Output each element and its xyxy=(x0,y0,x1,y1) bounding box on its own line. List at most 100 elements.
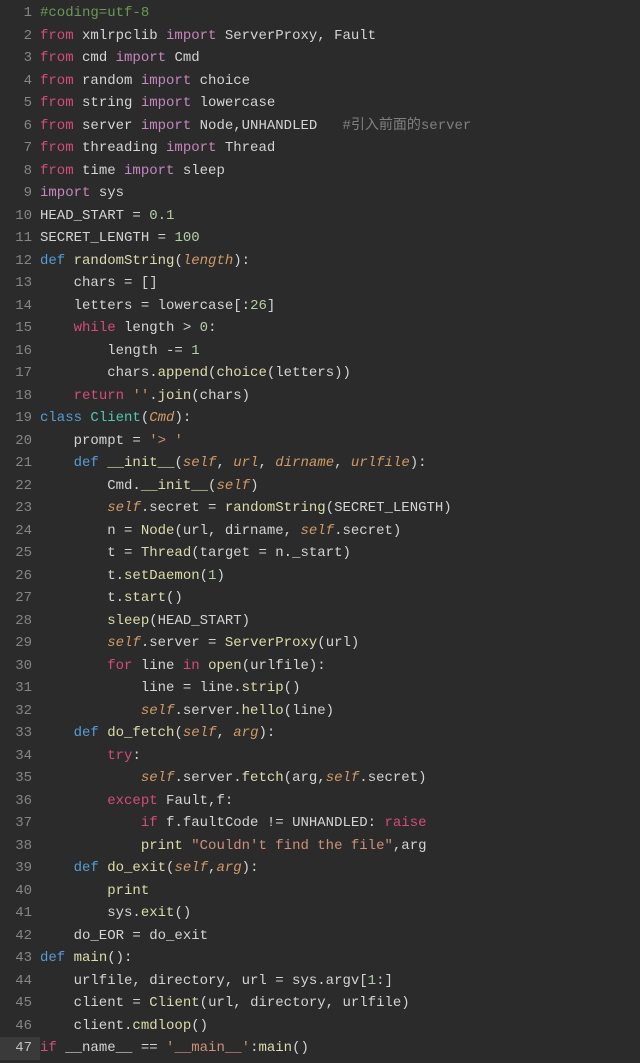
code-line[interactable]: 21 def __init__(self, url, dirname, urlf… xyxy=(0,452,640,475)
line-number: 17 xyxy=(0,362,40,385)
code-content[interactable]: urlfile, directory, url = sys.argv[1:] xyxy=(40,970,640,993)
code-line[interactable]: 34 try: xyxy=(0,745,640,768)
code-line[interactable]: 47if __name__ == '__main__':main() xyxy=(0,1037,640,1060)
code-content[interactable]: t.start() xyxy=(40,587,640,610)
code-content[interactable]: def randomString(length): xyxy=(40,250,640,273)
code-content[interactable]: letters = lowercase[:26] xyxy=(40,295,640,318)
code-line[interactable]: 32 self.server.hello(line) xyxy=(0,700,640,723)
code-line[interactable]: 6from server import Node,UNHANDLED #引入前面… xyxy=(0,115,640,138)
code-content[interactable]: self.server.fetch(arg,self.secret) xyxy=(40,767,640,790)
code-content[interactable]: HEAD_START = 0.1 xyxy=(40,205,640,228)
code-content[interactable]: t.setDaemon(1) xyxy=(40,565,640,588)
code-line[interactable]: 29 self.server = ServerProxy(url) xyxy=(0,632,640,655)
line-number: 37 xyxy=(0,812,40,835)
code-line[interactable]: 23 self.secret = randomString(SECRET_LEN… xyxy=(0,497,640,520)
code-content[interactable]: self.secret = randomString(SECRET_LENGTH… xyxy=(40,497,640,520)
code-line[interactable]: 14 letters = lowercase[:26] xyxy=(0,295,640,318)
code-line[interactable]: 16 length -= 1 xyxy=(0,340,640,363)
code-content[interactable]: chars.append(choice(letters)) xyxy=(40,362,640,385)
code-line[interactable]: 5from string import lowercase xyxy=(0,92,640,115)
line-number: 10 xyxy=(0,205,40,228)
code-line[interactable]: 2from xmlrpclib import ServerProxy, Faul… xyxy=(0,25,640,48)
code-content[interactable]: return ''.join(chars) xyxy=(40,385,640,408)
code-content[interactable]: from cmd import Cmd xyxy=(40,47,640,70)
code-content[interactable]: if __name__ == '__main__':main() xyxy=(40,1037,640,1060)
code-line[interactable]: 28 sleep(HEAD_START) xyxy=(0,610,640,633)
code-line[interactable]: 1#coding=utf-8 xyxy=(0,2,640,25)
code-line[interactable]: 24 n = Node(url, dirname, self.secret) xyxy=(0,520,640,543)
code-line[interactable]: 27 t.start() xyxy=(0,587,640,610)
code-line[interactable]: 33 def do_fetch(self, arg): xyxy=(0,722,640,745)
code-line[interactable]: 37 if f.faultCode != UNHANDLED: raise xyxy=(0,812,640,835)
code-content[interactable]: t = Thread(target = n._start) xyxy=(40,542,640,565)
code-line[interactable]: 4from random import choice xyxy=(0,70,640,93)
code-content[interactable]: line = line.strip() xyxy=(40,677,640,700)
code-content[interactable]: print "Couldn't find the file",arg xyxy=(40,835,640,858)
code-content[interactable]: client.cmdloop() xyxy=(40,1015,640,1038)
code-content[interactable]: except Fault,f: xyxy=(40,790,640,813)
code-content[interactable]: do_EOR = do_exit xyxy=(40,925,640,948)
code-line[interactable]: 42 do_EOR = do_exit xyxy=(0,925,640,948)
code-line[interactable]: 12def randomString(length): xyxy=(0,250,640,273)
code-content[interactable]: self.server = ServerProxy(url) xyxy=(40,632,640,655)
code-line[interactable]: 7from threading import Thread xyxy=(0,137,640,160)
code-content[interactable]: def __init__(self, url, dirname, urlfile… xyxy=(40,452,640,475)
code-line[interactable]: 45 client = Client(url, directory, urlfi… xyxy=(0,992,640,1015)
code-content[interactable]: #coding=utf-8 xyxy=(40,2,640,25)
code-line[interactable]: 17 chars.append(choice(letters)) xyxy=(0,362,640,385)
code-content[interactable]: from server import Node,UNHANDLED #引入前面的… xyxy=(40,115,640,138)
code-content[interactable]: print xyxy=(40,880,640,903)
code-line[interactable]: 19class Client(Cmd): xyxy=(0,407,640,430)
code-line[interactable]: 41 sys.exit() xyxy=(0,902,640,925)
code-content[interactable]: sys.exit() xyxy=(40,902,640,925)
code-editor[interactable]: 1#coding=utf-82from xmlrpclib import Ser… xyxy=(0,0,640,1060)
code-content[interactable]: from time import sleep xyxy=(40,160,640,183)
code-line[interactable]: 31 line = line.strip() xyxy=(0,677,640,700)
code-line[interactable]: 13 chars = [] xyxy=(0,272,640,295)
code-content[interactable]: if f.faultCode != UNHANDLED: raise xyxy=(40,812,640,835)
code-content[interactable]: self.server.hello(line) xyxy=(40,700,640,723)
code-content[interactable]: prompt = '> ' xyxy=(40,430,640,453)
code-line[interactable]: 44 urlfile, directory, url = sys.argv[1:… xyxy=(0,970,640,993)
code-content[interactable]: while length > 0: xyxy=(40,317,640,340)
code-line[interactable]: 25 t = Thread(target = n._start) xyxy=(0,542,640,565)
code-content[interactable]: chars = [] xyxy=(40,272,640,295)
code-content[interactable]: client = Client(url, directory, urlfile) xyxy=(40,992,640,1015)
code-line[interactable]: 8from time import sleep xyxy=(0,160,640,183)
code-content[interactable]: class Client(Cmd): xyxy=(40,407,640,430)
code-content[interactable]: n = Node(url, dirname, self.secret) xyxy=(40,520,640,543)
code-content[interactable]: SECRET_LENGTH = 100 xyxy=(40,227,640,250)
code-content[interactable]: sleep(HEAD_START) xyxy=(40,610,640,633)
code-line[interactable]: 9import sys xyxy=(0,182,640,205)
line-number: 30 xyxy=(0,655,40,678)
code-line[interactable]: 30 for line in open(urlfile): xyxy=(0,655,640,678)
code-line[interactable]: 18 return ''.join(chars) xyxy=(0,385,640,408)
code-content[interactable]: from random import choice xyxy=(40,70,640,93)
code-line[interactable]: 3from cmd import Cmd xyxy=(0,47,640,70)
code-content[interactable]: from string import lowercase xyxy=(40,92,640,115)
code-line[interactable]: 20 prompt = '> ' xyxy=(0,430,640,453)
code-content[interactable]: for line in open(urlfile): xyxy=(40,655,640,678)
code-content[interactable]: length -= 1 xyxy=(40,340,640,363)
code-line[interactable]: 15 while length > 0: xyxy=(0,317,640,340)
code-line[interactable]: 26 t.setDaemon(1) xyxy=(0,565,640,588)
code-line[interactable]: 35 self.server.fetch(arg,self.secret) xyxy=(0,767,640,790)
code-line[interactable]: 22 Cmd.__init__(self) xyxy=(0,475,640,498)
code-line[interactable]: 11SECRET_LENGTH = 100 xyxy=(0,227,640,250)
code-line[interactable]: 39 def do_exit(self,arg): xyxy=(0,857,640,880)
code-content[interactable]: def do_exit(self,arg): xyxy=(40,857,640,880)
code-line[interactable]: 36 except Fault,f: xyxy=(0,790,640,813)
code-line[interactable]: 10HEAD_START = 0.1 xyxy=(0,205,640,228)
code-content[interactable]: try: xyxy=(40,745,640,768)
code-content[interactable]: import sys xyxy=(40,182,640,205)
line-number: 25 xyxy=(0,542,40,565)
code-content[interactable]: from xmlrpclib import ServerProxy, Fault xyxy=(40,25,640,48)
code-content[interactable]: from threading import Thread xyxy=(40,137,640,160)
code-line[interactable]: 40 print xyxy=(0,880,640,903)
code-line[interactable]: 46 client.cmdloop() xyxy=(0,1015,640,1038)
code-content[interactable]: def do_fetch(self, arg): xyxy=(40,722,640,745)
code-content[interactable]: def main(): xyxy=(40,947,640,970)
code-content[interactable]: Cmd.__init__(self) xyxy=(40,475,640,498)
code-line[interactable]: 38 print "Couldn't find the file",arg xyxy=(0,835,640,858)
code-line[interactable]: 43def main(): xyxy=(0,947,640,970)
